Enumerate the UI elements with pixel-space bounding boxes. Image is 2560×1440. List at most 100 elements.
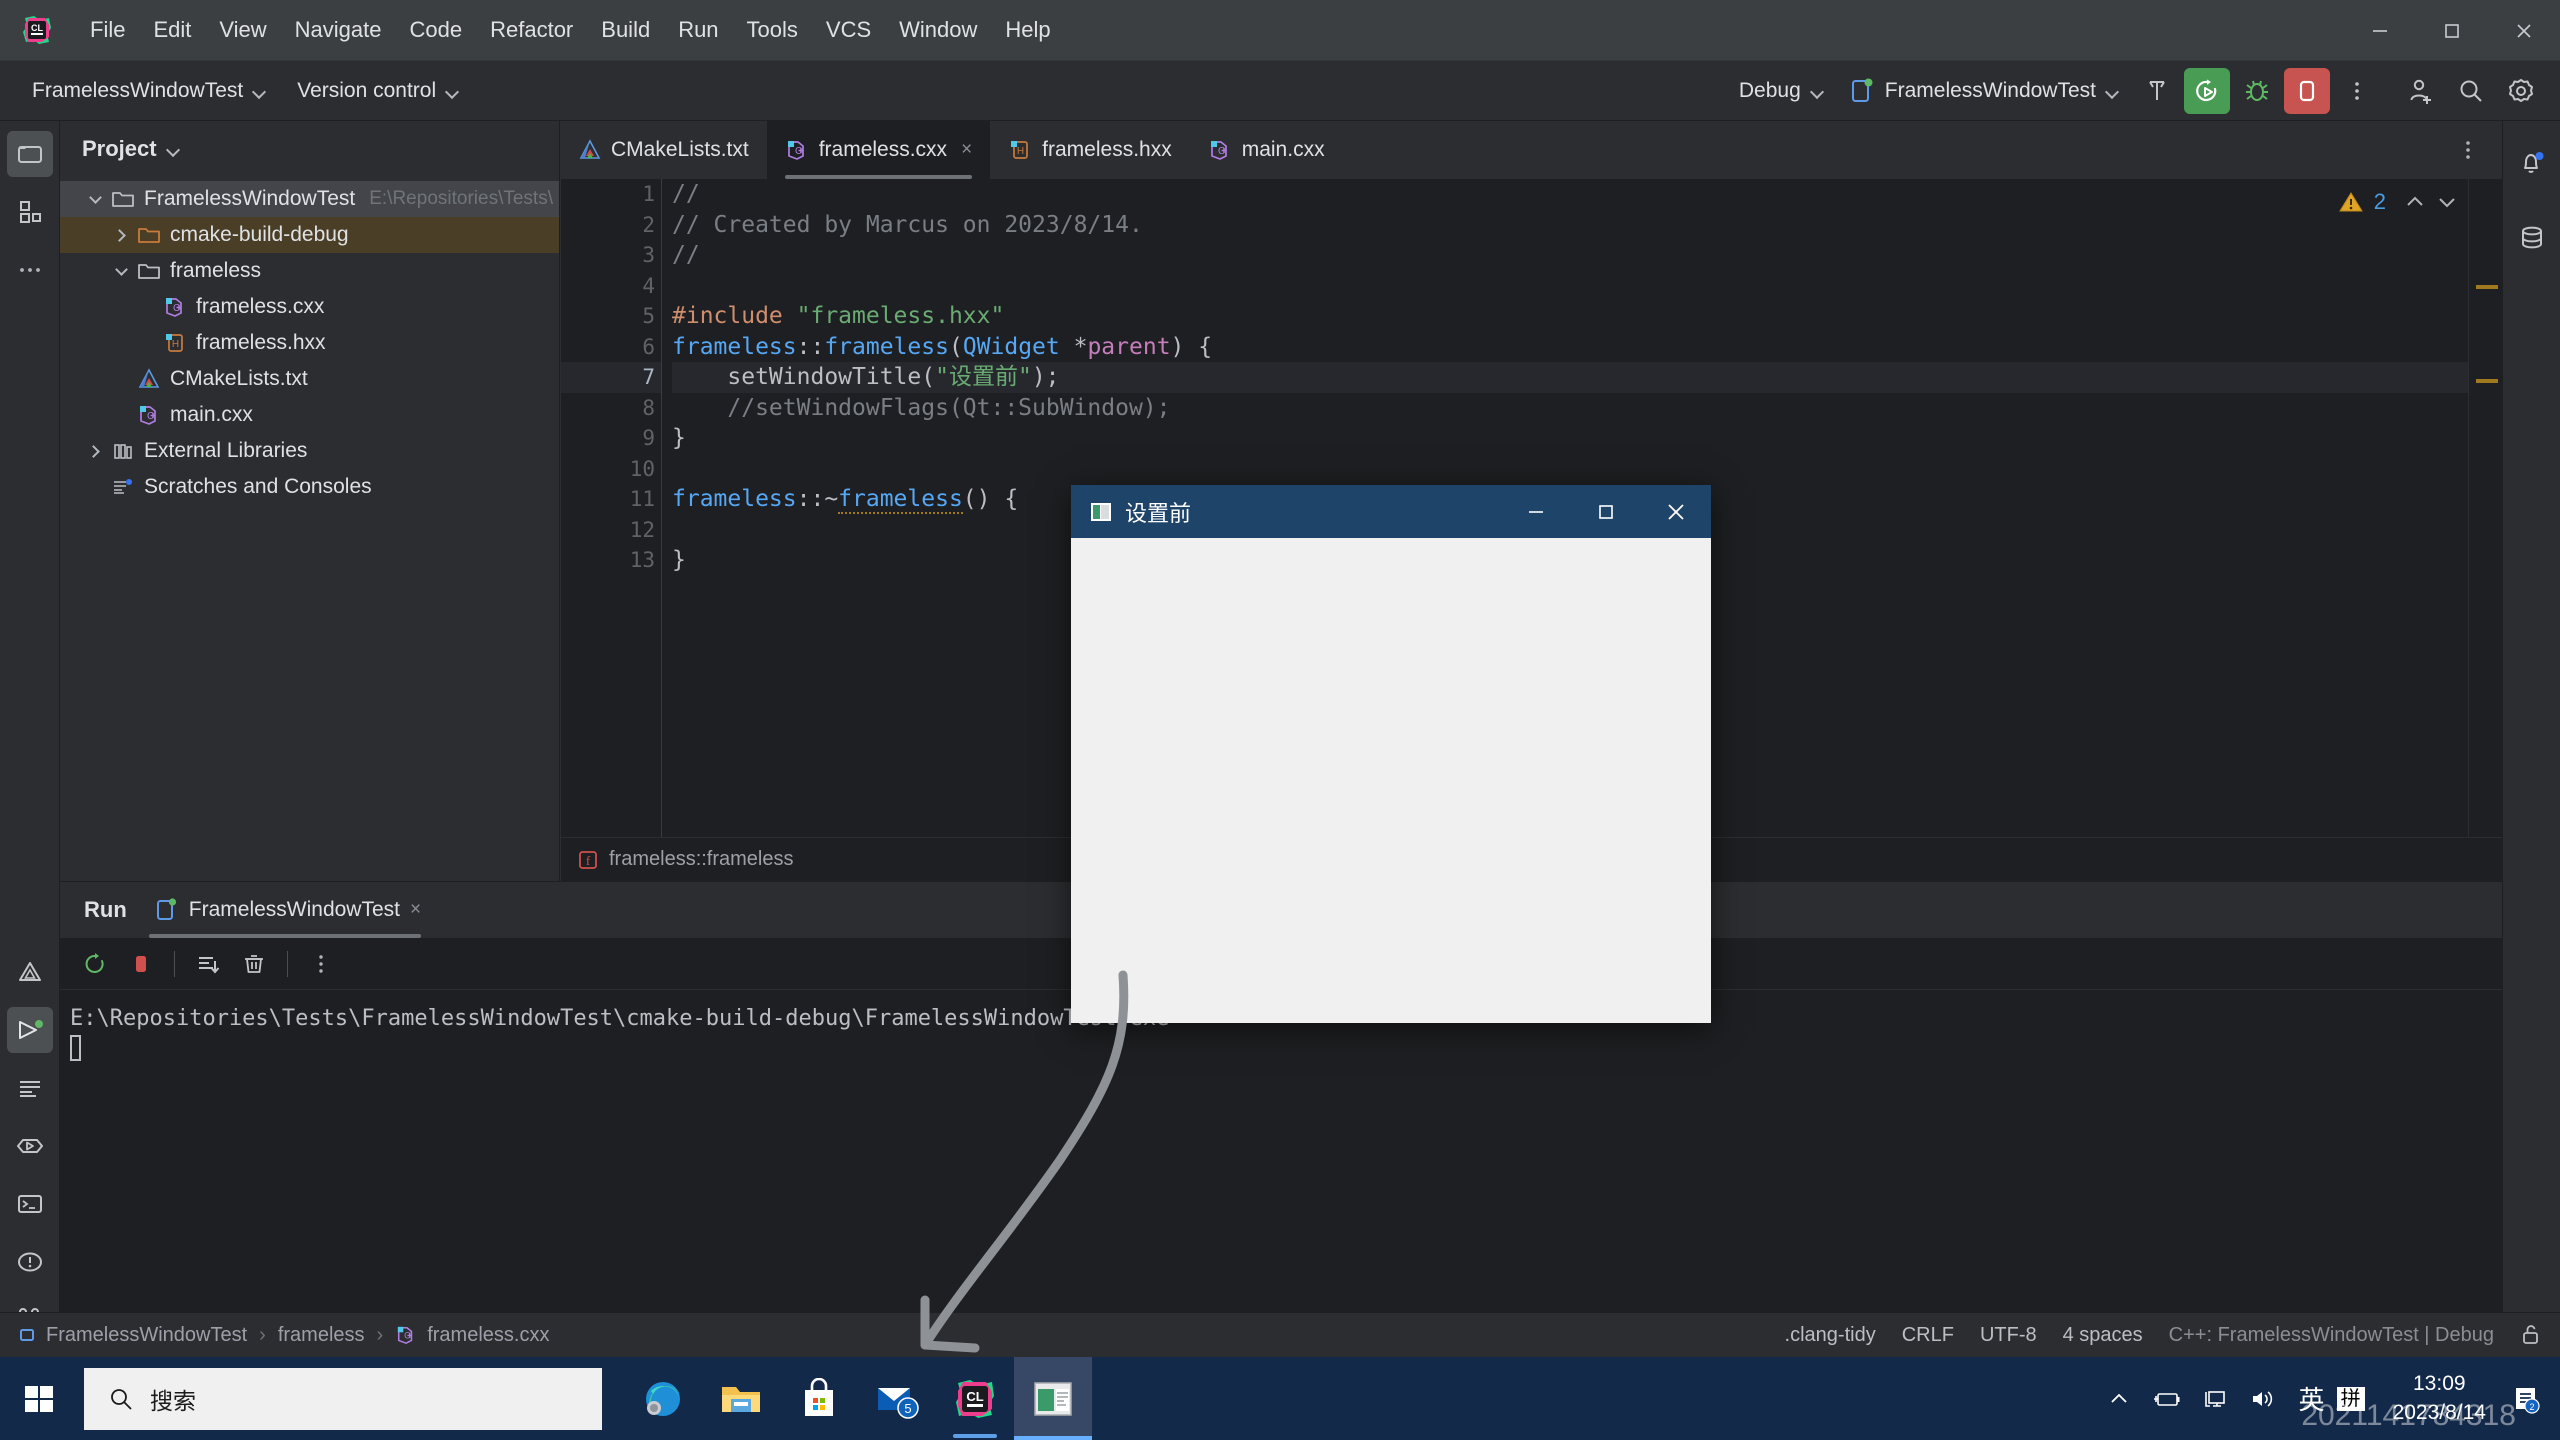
build-hammer-button[interactable]	[2134, 68, 2180, 114]
menu-item-view[interactable]: View	[205, 12, 280, 48]
menu-item-run[interactable]: Run	[664, 12, 732, 48]
windows-start-icon[interactable]	[0, 1357, 78, 1440]
tab-frameless-cxx[interactable]: C frameless.cxx ×	[766, 121, 991, 179]
status-breadcrumb-file[interactable]: frameless.cxx	[427, 1324, 549, 1347]
taskbar-mail-icon[interactable]: 5	[858, 1357, 936, 1440]
tree-node-external-libraries[interactable]: External Libraries	[60, 433, 559, 469]
taskbar-clock[interactable]: 13:09 2023/8/14 2021141784318	[2301, 1370, 2516, 1432]
run-with-coverage-button[interactable]	[2184, 68, 2230, 114]
taskbar-clion-icon[interactable]: CL	[936, 1357, 1014, 1440]
taskbar-microsoft-store-icon[interactable]	[780, 1357, 858, 1440]
status-breadcrumb-project[interactable]: FramelessWindowTest	[46, 1324, 247, 1347]
tab-frameless-hxx[interactable]: H frameless.hxx	[990, 121, 1190, 179]
status-toolchain[interactable]: C++: FramelessWindowTest | Debug	[2169, 1324, 2494, 1347]
previous-problem-icon[interactable]	[2404, 191, 2426, 213]
sidebar-item-terminal[interactable]	[7, 1181, 53, 1227]
tree-node-frameless-folder[interactable]: frameless	[60, 253, 559, 289]
error-stripe-markers[interactable]	[2468, 179, 2502, 881]
tree-node-scratches-and-consoles[interactable]: Scratches and Consoles	[60, 469, 559, 505]
tree-node-main-cxx[interactable]: C main.cxx	[60, 397, 559, 433]
sidebar-item-project[interactable]	[6, 131, 53, 177]
sidebar-item-cmake[interactable]	[7, 949, 53, 995]
run-configuration-selector[interactable]: FramelessWindowTest	[1839, 71, 2130, 111]
notifications-bell-icon[interactable]	[2509, 141, 2555, 187]
tab-cmakelists-txt[interactable]: CMakeLists.txt	[561, 121, 767, 179]
stripe-warning-marker[interactable]	[2476, 285, 2498, 289]
stop-button[interactable]	[2284, 68, 2330, 114]
next-problem-icon[interactable]	[2436, 191, 2458, 213]
status-indent[interactable]: 4 spaces	[2063, 1324, 2143, 1347]
qt-application-window[interactable]: 设置前	[1071, 485, 1711, 1023]
tree-node-cmake-build-debug[interactable]: cmake-build-debug	[60, 217, 559, 253]
menu-item-help[interactable]: Help	[991, 12, 1064, 48]
battery-charging-icon[interactable]	[2143, 1357, 2191, 1440]
qt-close-button[interactable]	[1641, 485, 1711, 538]
debug-bug-button[interactable]	[2234, 68, 2280, 114]
rerun-icon[interactable]	[74, 943, 116, 985]
taskbar-file-explorer-icon[interactable]	[702, 1357, 780, 1440]
sidebar-item-structure[interactable]	[7, 189, 53, 235]
clear-all-icon[interactable]	[233, 943, 275, 985]
run-mode-selector[interactable]: Debug	[1729, 73, 1835, 109]
status-line-separator[interactable]: CRLF	[1902, 1324, 1954, 1347]
show-hidden-icons-chevron[interactable]	[2095, 1357, 2143, 1440]
qt-window-titlebar[interactable]: 设置前	[1071, 485, 1711, 538]
qt-minimize-button[interactable]	[1501, 485, 1571, 538]
tab-label: CMakeLists.txt	[611, 138, 749, 161]
menu-item-file[interactable]: File	[76, 12, 139, 48]
editor-gutter[interactable]: 1 2 3 4 5 6 7 8 9 10 11 12 13	[561, 179, 661, 881]
more-tool-windows-icon[interactable]	[7, 247, 53, 293]
status-encoding[interactable]: UTF-8	[1980, 1324, 2037, 1347]
menu-item-vcs[interactable]: VCS	[812, 12, 885, 48]
sidebar-item-todo[interactable]	[7, 1065, 53, 1111]
version-control-widget[interactable]: Version control	[285, 73, 472, 109]
add-user-icon[interactable]	[2398, 68, 2444, 114]
window-minimize-button[interactable]	[2344, 0, 2416, 61]
menu-item-tools[interactable]: Tools	[733, 12, 812, 48]
menu-item-edit[interactable]: Edit	[139, 12, 205, 48]
qt-maximize-button[interactable]	[1571, 485, 1641, 538]
inspections-widget[interactable]: 2	[2338, 189, 2458, 215]
more-options-icon[interactable]	[300, 943, 342, 985]
editor-tabs-more-icon[interactable]	[2448, 121, 2488, 179]
chevron-right-icon[interactable]	[82, 444, 108, 458]
menu-item-build[interactable]: Build	[587, 12, 664, 48]
menu-item-refactor[interactable]: Refactor	[476, 12, 587, 48]
sidebar-item-run[interactable]	[7, 1007, 53, 1053]
status-breadcrumb-folder[interactable]: frameless	[278, 1324, 365, 1347]
scroll-to-end-icon[interactable]	[187, 943, 229, 985]
tree-node-frameless-hxx[interactable]: H frameless.hxx	[60, 325, 559, 361]
tree-node-cmakelists[interactable]: CMakeLists.txt	[60, 361, 559, 397]
window-close-button[interactable]	[2488, 0, 2560, 61]
volume-icon[interactable]	[2239, 1357, 2287, 1440]
menu-item-navigate[interactable]: Navigate	[281, 12, 396, 48]
run-tab-close-icon[interactable]: ×	[410, 899, 421, 921]
chevron-right-icon[interactable]	[108, 228, 134, 242]
status-clang-tidy[interactable]: .clang-tidy	[1785, 1324, 1876, 1347]
tree-node-framelesswindowtest[interactable]: FramelessWindowTest E:\Repositories\Test…	[60, 181, 559, 217]
database-icon[interactable]	[2509, 215, 2555, 261]
menu-item-code[interactable]: Code	[396, 12, 477, 48]
chevron-down-icon[interactable]	[82, 190, 108, 204]
search-icon[interactable]	[2448, 68, 2494, 114]
chevron-down-icon[interactable]	[108, 262, 134, 276]
taskbar-search-box[interactable]: 搜索	[84, 1367, 602, 1430]
sidebar-item-problems[interactable]	[7, 1239, 53, 1285]
project-selector[interactable]: FramelessWindowTest	[20, 73, 279, 109]
stripe-warning-marker[interactable]	[2476, 379, 2498, 383]
taskbar-edge-browser-icon[interactable]	[624, 1357, 702, 1440]
project-panel-header[interactable]: Project	[60, 121, 559, 177]
taskbar-frameless-app-icon[interactable]	[1014, 1357, 1092, 1440]
more-actions-icon[interactable]	[2334, 68, 2380, 114]
menu-item-window[interactable]: Window	[885, 12, 991, 48]
run-tab-framelesswindowtest[interactable]: FramelessWindowTest ×	[148, 882, 427, 938]
unlocked-padlock-icon[interactable]	[2520, 1323, 2542, 1347]
settings-gear-icon[interactable]	[2498, 68, 2544, 114]
stop-icon[interactable]	[120, 943, 162, 985]
tree-node-frameless-cxx[interactable]: C frameless.cxx	[60, 289, 559, 325]
tab-close-icon[interactable]: ×	[961, 139, 972, 161]
window-maximize-button[interactable]	[2416, 0, 2488, 61]
tab-main-cxx[interactable]: C main.cxx	[1190, 121, 1343, 179]
sidebar-item-debug[interactable]	[7, 1123, 53, 1169]
network-icon[interactable]	[2191, 1357, 2239, 1440]
